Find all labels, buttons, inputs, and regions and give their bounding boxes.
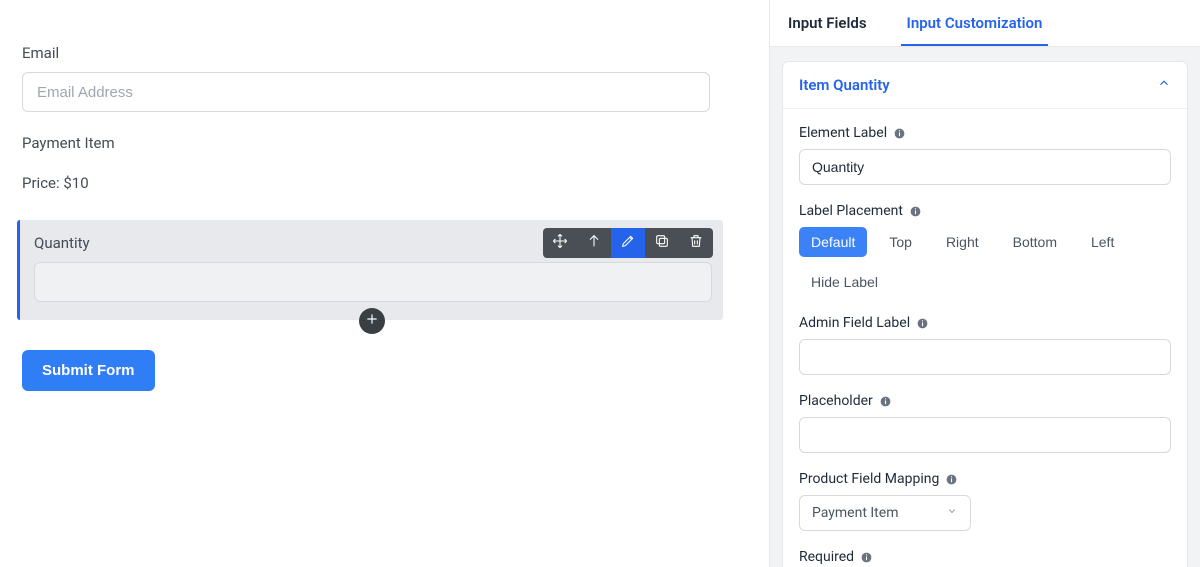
required-title: Required — [799, 549, 854, 565]
duplicate-button[interactable] — [645, 228, 679, 258]
placement-left[interactable]: Left — [1079, 227, 1126, 257]
placeholder-title: Placeholder — [799, 393, 873, 409]
chevron-down-icon — [946, 505, 958, 521]
element-label-input[interactable] — [799, 149, 1171, 185]
settings-panel: Item Quantity Element Label — [782, 61, 1188, 567]
placement-hide[interactable]: Hide Label — [799, 267, 890, 297]
setting-admin-field-label: Admin Field Label — [799, 315, 1171, 375]
tab-input-customization[interactable]: Input Customization — [901, 0, 1049, 46]
add-field-button[interactable] — [359, 308, 385, 334]
panel-header[interactable]: Item Quantity — [783, 62, 1187, 109]
delete-button[interactable] — [679, 228, 713, 258]
sidebar-tabs: Input Fields Input Customization — [770, 0, 1200, 47]
plus-icon — [365, 312, 379, 330]
selected-field-quantity[interactable]: Quantity — [17, 220, 723, 320]
setting-element-label: Element Label — [799, 125, 1171, 185]
setting-required: Required Yes No — [799, 549, 1171, 567]
placement-default[interactable]: Default — [799, 227, 867, 257]
panel-title: Item Quantity — [799, 76, 890, 94]
email-label: Email — [22, 44, 749, 62]
info-icon[interactable] — [893, 127, 906, 140]
admin-field-label-title: Admin Field Label — [799, 315, 910, 331]
placement-bottom[interactable]: Bottom — [1001, 227, 1069, 257]
form-canvas: Email Payment Item Price: $10 Quantity — [0, 0, 770, 567]
field-toolbar — [543, 228, 713, 258]
info-icon[interactable] — [909, 205, 922, 218]
info-icon[interactable] — [860, 551, 873, 564]
arrow-up-icon — [586, 233, 602, 253]
edit-button[interactable] — [611, 228, 645, 258]
email-input[interactable] — [22, 72, 710, 112]
info-icon[interactable] — [879, 395, 892, 408]
label-placement-group: Default Top Right Bottom Left Hide Label — [799, 227, 1171, 297]
quantity-input[interactable] — [34, 262, 712, 302]
pencil-icon — [620, 233, 636, 253]
email-field-block: Email — [22, 44, 749, 112]
panel-wrap: Item Quantity Element Label — [770, 47, 1200, 567]
setting-product-field-mapping: Product Field Mapping Payment Item — [799, 471, 1171, 531]
chevron-up-icon — [1157, 76, 1171, 94]
trash-icon — [688, 233, 704, 253]
move-up-button[interactable] — [577, 228, 611, 258]
settings-sidebar: Input Fields Input Customization Item Qu… — [770, 0, 1200, 567]
admin-field-label-input[interactable] — [799, 339, 1171, 375]
product-field-mapping-title: Product Field Mapping — [799, 471, 939, 487]
product-field-mapping-value: Payment Item — [812, 505, 898, 521]
submit-button[interactable]: Submit Form — [22, 350, 155, 391]
info-icon[interactable] — [916, 317, 929, 330]
info-icon[interactable] — [945, 473, 958, 486]
panel-body: Element Label Label Placement — [783, 109, 1187, 567]
tab-input-fields[interactable]: Input Fields — [782, 0, 873, 46]
placeholder-input[interactable] — [799, 417, 1171, 453]
product-field-mapping-select[interactable]: Payment Item — [799, 495, 971, 531]
move-icon — [552, 233, 568, 253]
payment-item-block: Payment Item — [22, 134, 749, 152]
placement-top[interactable]: Top — [877, 227, 924, 257]
move-button[interactable] — [543, 228, 577, 258]
label-placement-title: Label Placement — [799, 203, 903, 219]
payment-item-label: Payment Item — [22, 134, 749, 152]
setting-label-placement: Label Placement Default Top Right Bottom… — [799, 203, 1171, 297]
copy-icon — [654, 233, 670, 253]
setting-placeholder: Placeholder — [799, 393, 1171, 453]
price-line: Price: $10 — [22, 174, 749, 192]
element-label-title: Element Label — [799, 125, 887, 141]
placement-right[interactable]: Right — [934, 227, 991, 257]
